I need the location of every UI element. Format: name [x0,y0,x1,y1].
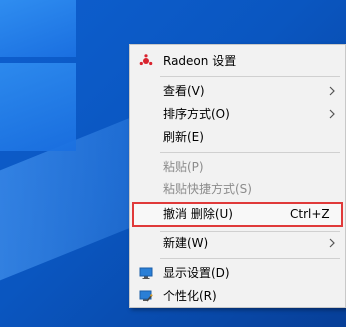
wallpaper-window-pane [0,63,76,151]
wallpaper-window-pane [0,0,76,57]
menu-item-sort-by[interactable]: 排序方式(O) [130,103,345,125]
menu-item-label: 个性化(R) [163,289,217,303]
menu-item-label: 刷新(E) [163,130,204,144]
menu-item-label: 粘贴(P) [163,160,204,174]
menu-item-refresh[interactable]: 刷新(E) [130,126,345,148]
menu-item-paste: 粘贴(P) [130,156,345,178]
menu-item-label: 粘贴快捷方式(S) [163,182,252,196]
menu-item-label: 显示设置(D) [163,266,230,280]
chevron-right-icon [329,238,335,248]
menu-separator [160,76,340,77]
menu-item-new[interactable]: 新建(W) [130,232,345,254]
personalize-icon [139,290,153,302]
menu-item-radeon-settings[interactable]: Radeon 设置 [130,50,345,72]
radeon-icon [139,54,153,66]
display-settings-icon [139,267,153,279]
menu-item-display-settings[interactable]: 显示设置(D) [130,262,345,284]
menu-item-view[interactable]: 查看(V) [130,80,345,102]
menu-item-label: 排序方式(O) [163,107,230,121]
menu-item-label: 新建(W) [163,236,209,250]
menu-item-label: Radeon 设置 [163,54,237,68]
menu-item-paste-shortcut: 粘贴快捷方式(S) [130,178,345,200]
menu-separator [160,258,340,259]
menu-item-label: 撤消 删除(U) [163,207,233,221]
chevron-right-icon [329,86,335,96]
menu-item-personalize[interactable]: 个性化(R) [130,285,345,307]
chevron-right-icon [329,109,335,119]
menu-separator [160,152,340,153]
desktop-context-menu: Radeon 设置 查看(V) 排序方式(O) 刷新(E) 粘贴(P) 粘贴快捷… [129,44,346,308]
menu-item-label: 查看(V) [163,84,205,98]
menu-item-undo-delete[interactable]: 撤消 删除(U) Ctrl+Z [130,203,345,225]
keyboard-shortcut: Ctrl+Z [290,207,330,221]
